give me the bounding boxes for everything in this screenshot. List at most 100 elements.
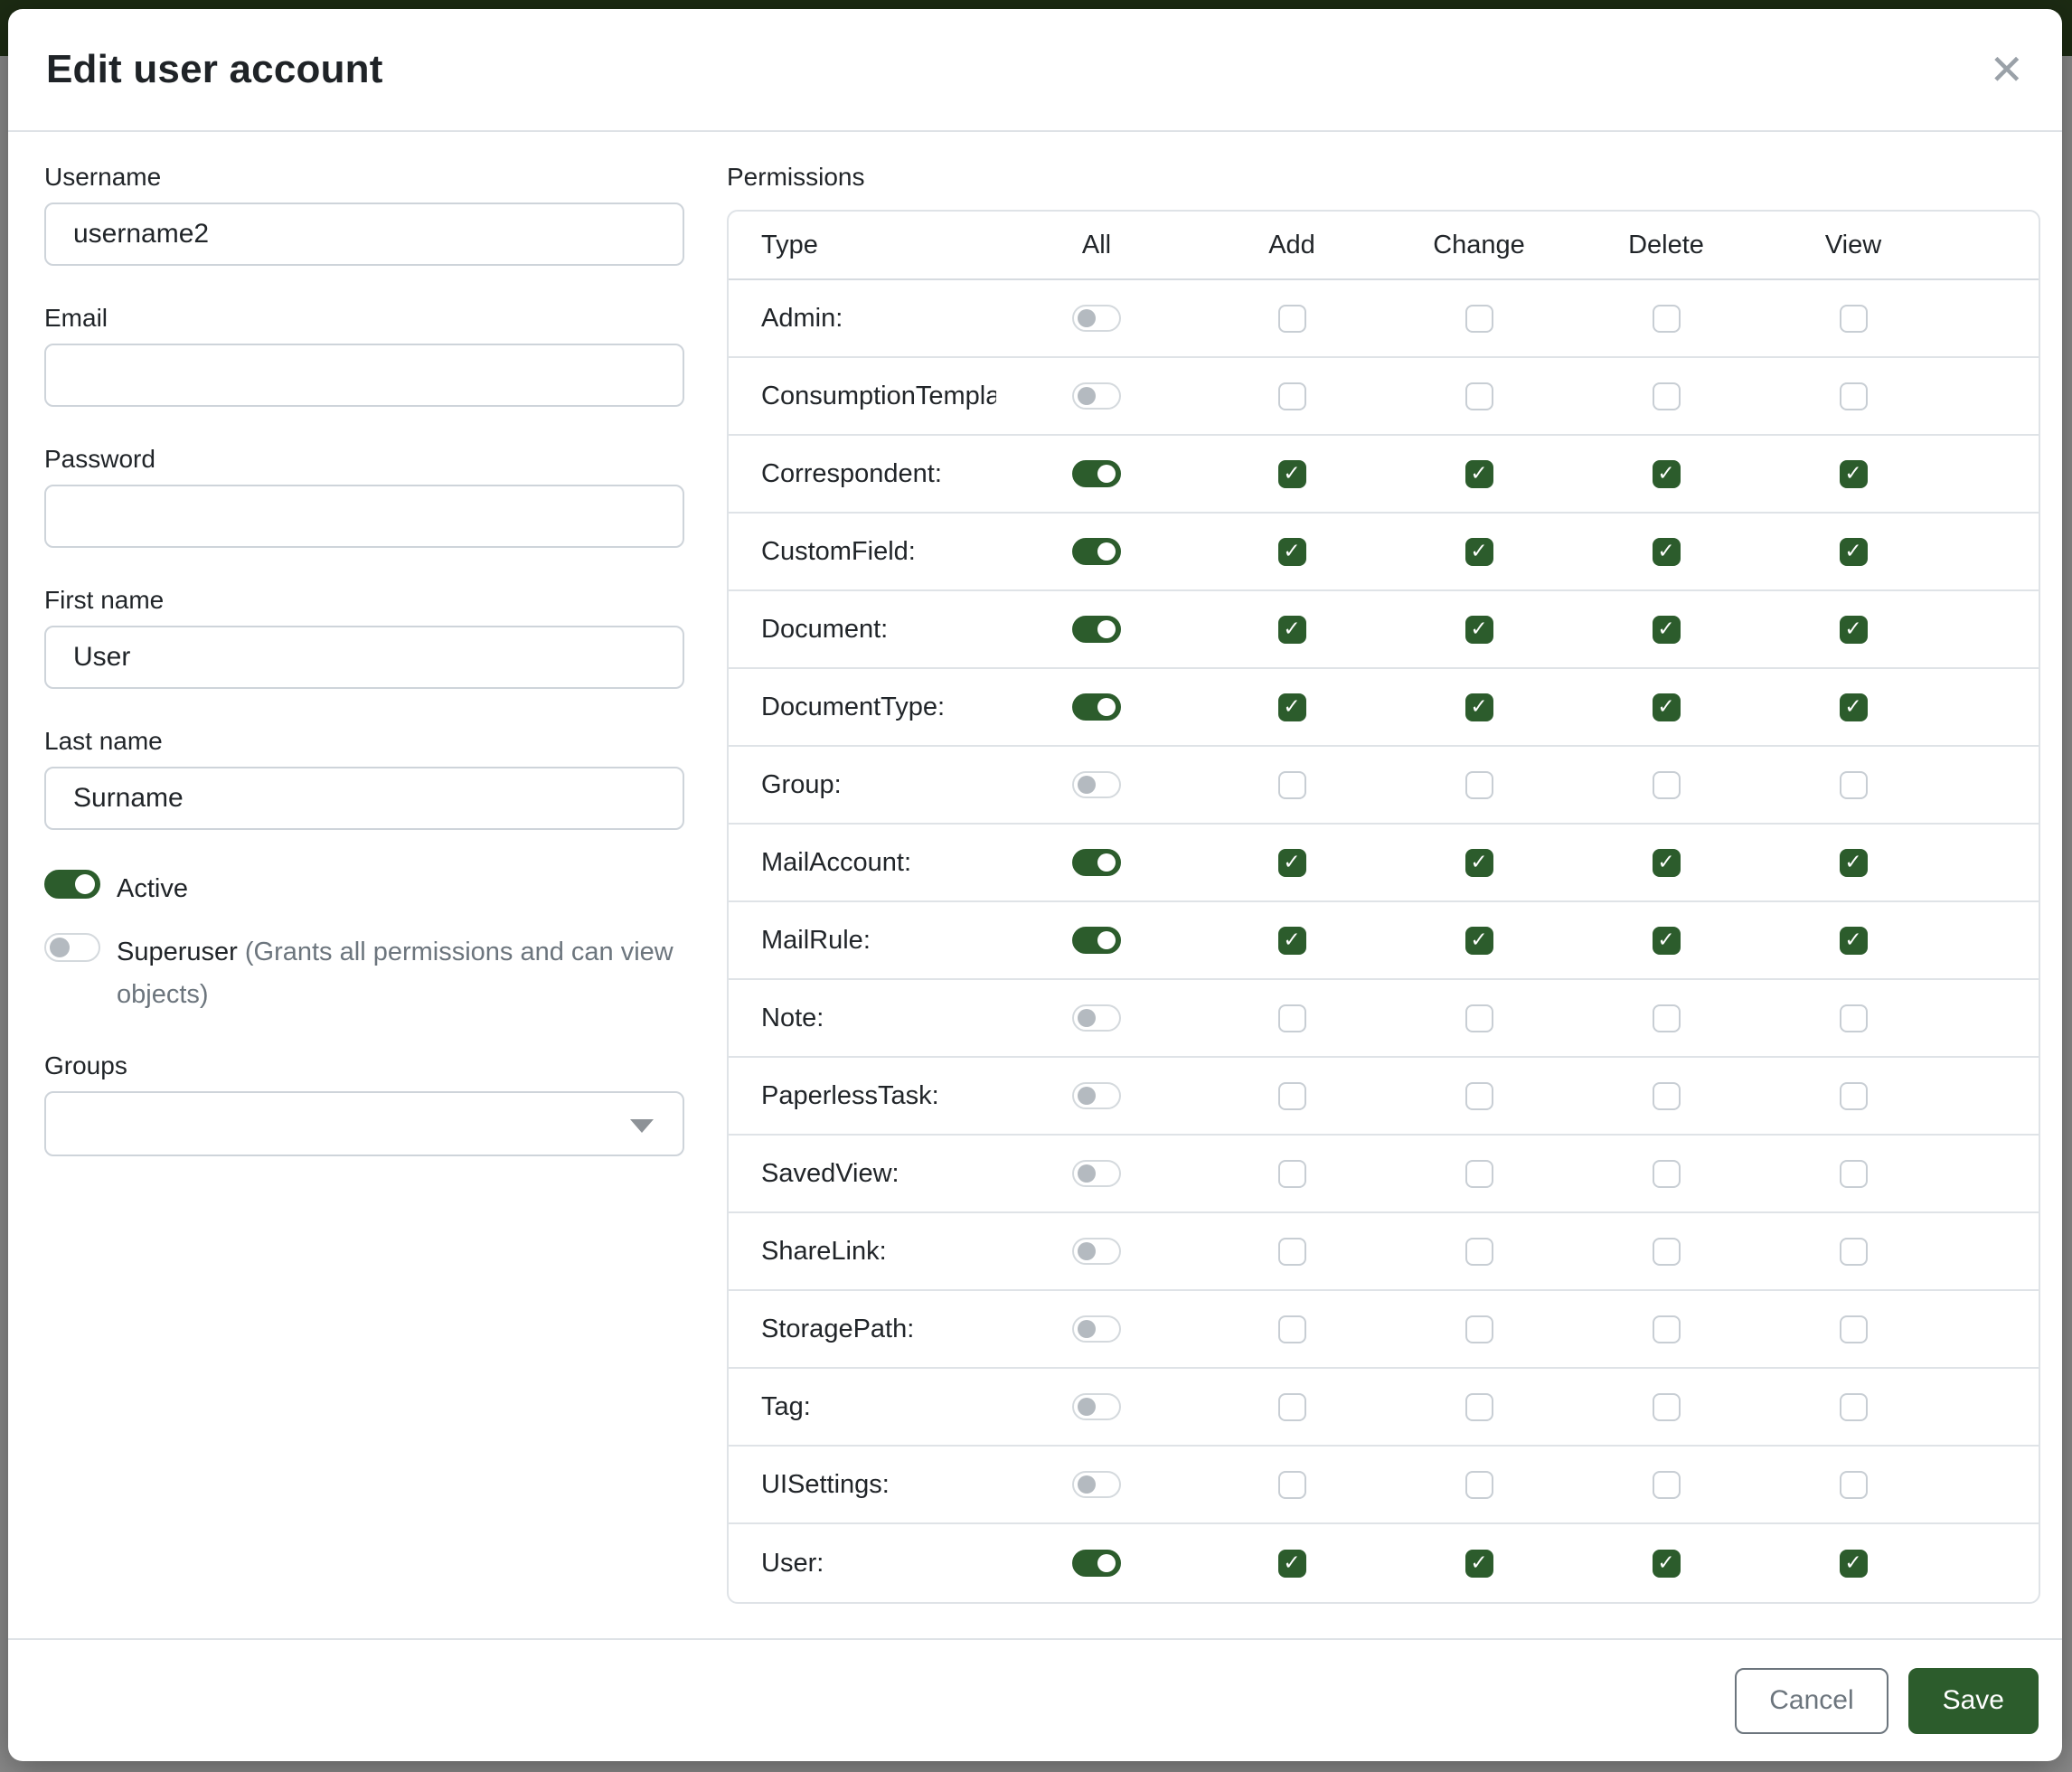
permissions-column: Permissions Type All Add Change Delete V… (727, 163, 2040, 1638)
permission-add-checkbox[interactable] (1278, 305, 1306, 333)
active-toggle[interactable] (44, 870, 100, 899)
permission-view-checkbox[interactable] (1840, 1160, 1868, 1188)
permission-all-toggle[interactable] (1072, 1315, 1121, 1343)
permission-add-checkbox[interactable] (1278, 1315, 1306, 1343)
permission-change-checkbox[interactable] (1465, 1550, 1493, 1578)
permission-change-checkbox[interactable] (1465, 1238, 1493, 1266)
permission-view-checkbox[interactable] (1840, 1471, 1868, 1499)
permission-all-toggle[interactable] (1072, 1550, 1121, 1577)
permission-add-checkbox[interactable] (1278, 927, 1306, 955)
permission-view-checkbox[interactable] (1840, 849, 1868, 877)
permission-change-checkbox[interactable] (1465, 305, 1493, 333)
permission-view-checkbox[interactable] (1840, 1238, 1868, 1266)
permission-view-checkbox[interactable] (1840, 616, 1868, 644)
permission-change-checkbox[interactable] (1465, 382, 1493, 410)
permission-view-checkbox[interactable] (1840, 927, 1868, 955)
permission-delete-checkbox[interactable] (1653, 1004, 1681, 1032)
permission-all-toggle[interactable] (1072, 1082, 1121, 1109)
permission-delete-checkbox[interactable] (1653, 305, 1681, 333)
permission-change-checkbox[interactable] (1465, 1315, 1493, 1343)
permission-delete-checkbox[interactable] (1653, 771, 1681, 799)
permission-change-checkbox[interactable] (1465, 693, 1493, 721)
permission-add-checkbox[interactable] (1278, 382, 1306, 410)
permission-all-toggle[interactable] (1072, 616, 1121, 643)
permission-delete-checkbox[interactable] (1653, 849, 1681, 877)
permission-all-toggle[interactable] (1072, 1471, 1121, 1498)
permission-view-checkbox[interactable] (1840, 771, 1868, 799)
last-name-field[interactable] (44, 767, 684, 830)
permission-add-checkbox[interactable] (1278, 460, 1306, 488)
permission-change-checkbox[interactable] (1465, 849, 1493, 877)
permission-add-checkbox[interactable] (1278, 1238, 1306, 1266)
permission-delete-checkbox[interactable] (1653, 382, 1681, 410)
permission-all-toggle[interactable] (1072, 382, 1121, 410)
permission-view-checkbox[interactable] (1840, 382, 1868, 410)
permission-add-checkbox[interactable] (1278, 1004, 1306, 1032)
permission-add-checkbox[interactable] (1278, 771, 1306, 799)
permission-all-toggle[interactable] (1072, 1004, 1121, 1032)
permission-view-checkbox[interactable] (1840, 1550, 1868, 1578)
permission-all-toggle[interactable] (1072, 693, 1121, 721)
permission-type-label: Admin: (729, 304, 996, 334)
cancel-button[interactable]: Cancel (1735, 1668, 1888, 1734)
permission-delete-checkbox[interactable] (1653, 1082, 1681, 1110)
permission-delete-checkbox[interactable] (1653, 1471, 1681, 1499)
permission-delete-checkbox[interactable] (1653, 927, 1681, 955)
permission-add-checkbox[interactable] (1278, 1471, 1306, 1499)
permission-all-toggle[interactable] (1072, 460, 1121, 487)
permission-change-checkbox[interactable] (1465, 1004, 1493, 1032)
permission-change-checkbox[interactable] (1465, 771, 1493, 799)
permission-view-checkbox[interactable] (1840, 1082, 1868, 1110)
permission-delete-checkbox[interactable] (1653, 1315, 1681, 1343)
permission-change-checkbox[interactable] (1465, 1082, 1493, 1110)
permission-delete-checkbox[interactable] (1653, 1238, 1681, 1266)
permission-change-checkbox[interactable] (1465, 616, 1493, 644)
username-input[interactable] (44, 203, 684, 266)
password-field[interactable] (44, 485, 684, 548)
permission-delete-checkbox[interactable] (1653, 538, 1681, 566)
groups-select[interactable] (44, 1091, 684, 1156)
permission-add-checkbox[interactable] (1278, 1082, 1306, 1110)
permission-change-checkbox[interactable] (1465, 1471, 1493, 1499)
permission-add-checkbox[interactable] (1278, 693, 1306, 721)
permission-all-toggle[interactable] (1072, 305, 1121, 332)
permission-add-checkbox[interactable] (1278, 616, 1306, 644)
permission-view-checkbox[interactable] (1840, 1393, 1868, 1421)
superuser-toggle[interactable] (44, 933, 100, 962)
permission-delete-cell (1571, 1004, 1761, 1032)
permission-change-checkbox[interactable] (1465, 1393, 1493, 1421)
permission-all-toggle[interactable] (1072, 1238, 1121, 1265)
email-field[interactable] (44, 344, 684, 407)
permission-all-toggle[interactable] (1072, 1393, 1121, 1420)
first-name-field[interactable] (44, 626, 684, 689)
permission-view-checkbox[interactable] (1840, 460, 1868, 488)
email-label: Email (44, 304, 684, 333)
permission-change-checkbox[interactable] (1465, 538, 1493, 566)
permission-all-toggle[interactable] (1072, 1160, 1121, 1187)
permission-view-checkbox[interactable] (1840, 538, 1868, 566)
permission-add-checkbox[interactable] (1278, 1550, 1306, 1578)
permission-change-checkbox[interactable] (1465, 460, 1493, 488)
permission-add-checkbox[interactable] (1278, 1393, 1306, 1421)
permission-add-checkbox[interactable] (1278, 1160, 1306, 1188)
permission-delete-checkbox[interactable] (1653, 1550, 1681, 1578)
permission-delete-checkbox[interactable] (1653, 693, 1681, 721)
permission-change-checkbox[interactable] (1465, 1160, 1493, 1188)
permission-all-toggle[interactable] (1072, 927, 1121, 954)
permission-all-toggle[interactable] (1072, 538, 1121, 565)
permission-view-checkbox[interactable] (1840, 1004, 1868, 1032)
permission-change-checkbox[interactable] (1465, 927, 1493, 955)
permission-all-toggle[interactable] (1072, 849, 1121, 876)
permission-delete-checkbox[interactable] (1653, 616, 1681, 644)
permission-all-toggle[interactable] (1072, 771, 1121, 798)
permission-view-checkbox[interactable] (1840, 693, 1868, 721)
permission-view-checkbox[interactable] (1840, 305, 1868, 333)
permission-add-checkbox[interactable] (1278, 849, 1306, 877)
permission-view-checkbox[interactable] (1840, 1315, 1868, 1343)
save-button[interactable]: Save (1908, 1668, 2039, 1734)
permission-delete-checkbox[interactable] (1653, 1160, 1681, 1188)
permission-add-checkbox[interactable] (1278, 538, 1306, 566)
close-icon[interactable]: ✕ (1989, 49, 2024, 90)
permission-delete-checkbox[interactable] (1653, 1393, 1681, 1421)
permission-delete-checkbox[interactable] (1653, 460, 1681, 488)
